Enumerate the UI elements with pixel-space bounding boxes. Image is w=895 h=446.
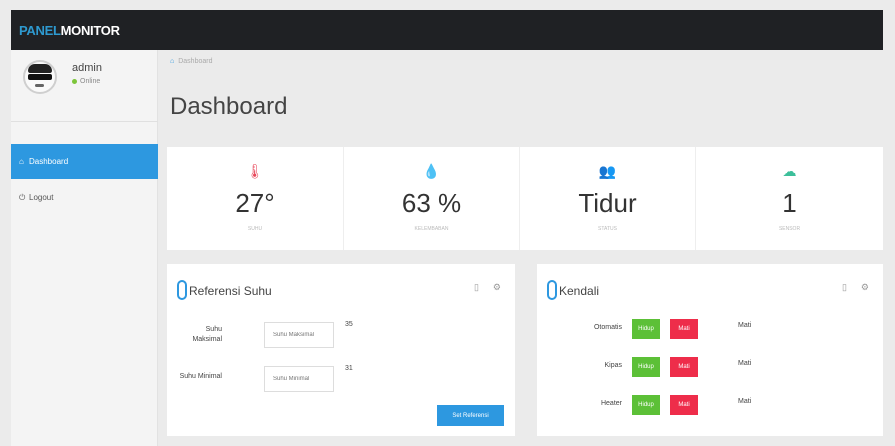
stat-label: SUHU [247,226,263,232]
power-icon: ⏻ [19,193,26,202]
stat-value: 1 [782,188,797,218]
home-icon: ⌂ [19,157,24,166]
home-icon[interactable]: ⌂ [170,58,174,65]
top-navbar: PANELMONITOR [11,10,883,50]
online-dot-icon [72,78,77,84]
heater-on-button[interactable]: Hidup [632,395,660,415]
settings-icon[interactable]: ⚙ [861,282,869,292]
brand-logo[interactable]: PANELMONITOR [19,23,120,38]
water-drop-icon: 💧 [422,163,441,179]
stat-label: SENSOR [778,226,801,232]
control-label-otomatis: Otomatis [593,324,622,331]
avatar [23,60,57,94]
max-temp-input[interactable] [264,322,334,348]
stats-row: 🌡 27° SUHU 💧 63 % KELEMBABAN 👥 Tidur STA… [167,147,883,250]
min-temp-input[interactable] [264,366,334,392]
user-status: Online [72,78,100,85]
panel-tools: ▯ ⚙ [828,282,869,293]
control-label-heater: Heater [600,400,622,407]
otomatis-status: Mati [738,322,752,329]
thermometer-icon [177,280,187,300]
collapse-icon[interactable]: ▯ [842,282,847,292]
stat-sensor: ☁ 1 SENSOR [695,147,883,250]
kipas-on-button[interactable]: Hidup [632,357,660,377]
panel-tools: ▯ ⚙ [460,282,501,293]
kipas-status: Mati [738,360,752,367]
stat-value: 27° [235,188,275,218]
thermometer-icon: 🌡 [246,163,264,179]
panel-title: Referensi Suhu [177,280,272,300]
breadcrumb: ⌂ Dashboard [170,58,213,65]
max-temp-value: 35 [345,321,353,328]
heater-off-button[interactable]: Mati [670,395,698,415]
stat-label: STATUS [598,226,617,232]
stat-temperature: 🌡 27° SUHU [167,147,343,250]
min-temp-label: Suhu Minimal [179,373,222,380]
collapse-icon[interactable]: ▯ [474,282,479,292]
set-referensi-button[interactable]: Set Referensi [437,405,504,426]
sidebar-item-logout[interactable]: ⏻ Logout [11,180,158,215]
thermometer-icon [547,280,557,300]
cloud-icon: ☁ [782,163,797,179]
otomatis-off-button[interactable]: Mati [670,319,698,339]
stat-value: Tidur [578,188,637,218]
panel-title: Kendali [547,280,599,300]
settings-icon[interactable]: ⚙ [493,282,501,292]
control-label-kipas: Kipas [604,362,622,369]
sidebar-item-dashboard[interactable]: ⌂ Dashboard [11,144,158,179]
user-profile: admin Online [11,50,158,122]
referensi-suhu-panel: Referensi Suhu ▯⚙ Suhu Maksimal 35 Suhu … [167,264,515,436]
users-icon: 👥 [598,163,617,179]
stat-value: 63 % [401,188,462,218]
otomatis-on-button[interactable]: Hidup [632,319,660,339]
stat-status: 👥 Tidur STATUS [519,147,695,250]
sidebar: admin Online ⌂ Dashboard ⏻ Logout [11,50,158,446]
heater-status: Mati [738,398,752,405]
page-title: Dashboard [170,93,288,120]
stat-label: KELEMBABAN [414,226,449,232]
kipas-off-button[interactable]: Mati [670,357,698,377]
min-temp-value: 31 [345,365,353,372]
username: admin [72,62,102,74]
stat-humidity: 💧 63 % KELEMBABAN [343,147,519,250]
max-temp-label: Suhu Maksimal [192,326,222,343]
kendali-panel: Kendali ▯ ⚙ Otomatis Hidup Mati Mati Kipa… [537,264,883,436]
